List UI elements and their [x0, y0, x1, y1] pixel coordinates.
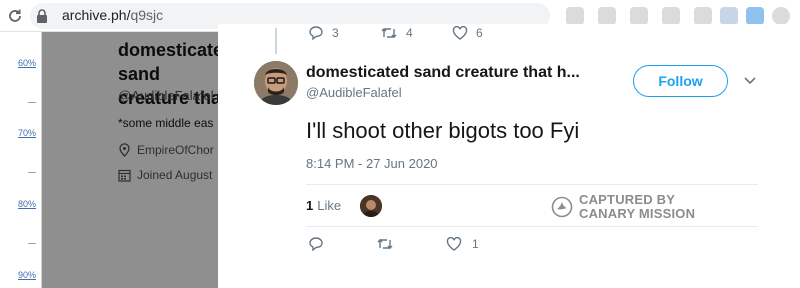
tweet-text: I'll shoot other bigots too Fyi: [306, 118, 580, 143]
like-action[interactable]: 6: [452, 26, 524, 40]
background-profile-joined: Joined August: [118, 168, 212, 182]
reply-count: 3: [332, 26, 339, 40]
likes-summary[interactable]: 1 Like: [306, 198, 341, 213]
author-name[interactable]: domesticated sand creature that h...: [306, 64, 580, 82]
likes-summary-count: 1: [306, 198, 314, 213]
thread-connector: [275, 28, 277, 54]
reply-action[interactable]: [308, 237, 376, 251]
extension-icon[interactable]: [694, 7, 712, 25]
gutter-tick: [28, 243, 36, 244]
retweet-count: 4: [406, 26, 413, 40]
watermark-line1: CAPTURED BY: [579, 192, 676, 207]
url-host: archive.ph/: [62, 7, 131, 23]
watermark: CAPTURED BY CANARY MISSION: [551, 193, 695, 221]
divider: [306, 226, 758, 227]
reply-action[interactable]: 3: [308, 26, 380, 40]
extension-icon[interactable]: [662, 7, 680, 25]
percent-mark[interactable]: 60%: [18, 58, 36, 68]
author-avatar[interactable]: [254, 61, 298, 105]
retweet-icon: [381, 28, 397, 38]
author-handle[interactable]: @AudibleFalafel: [306, 85, 402, 100]
scroll-gutter: 60% 70% 80% 90%: [0, 32, 42, 288]
location-pin-icon: [119, 143, 130, 157]
avatar-image: [254, 61, 298, 105]
divider: [306, 184, 758, 185]
percent-mark[interactable]: 70%: [18, 128, 36, 138]
location-text: EmpireOfChor: [137, 143, 214, 157]
retweet-action[interactable]: [376, 237, 446, 251]
tweet-actions: 1: [308, 237, 479, 251]
extension-icon[interactable]: [598, 7, 616, 25]
watermark-text: CAPTURED BY CANARY MISSION: [579, 193, 695, 221]
canary-mission-logo-icon: [551, 196, 573, 218]
url-path: q9sjc: [130, 7, 164, 23]
liker-avatar[interactable]: [360, 195, 382, 217]
background-profile-handle: @AudibleFalafel: [118, 88, 214, 103]
like-action[interactable]: 1: [446, 237, 479, 251]
retweet-icon: [377, 239, 393, 249]
extension-icon[interactable]: [720, 7, 738, 25]
gutter-tick: [28, 172, 36, 173]
gutter-tick: [28, 102, 36, 103]
extension-icon[interactable]: [630, 7, 648, 25]
heart-icon: [452, 26, 468, 40]
liker-avatar-image: [360, 195, 382, 217]
chevron-down-icon[interactable]: [742, 74, 758, 86]
url-text[interactable]: archive.ph/q9sjc: [62, 7, 163, 23]
joined-text: Joined August: [137, 168, 213, 182]
lock-icon[interactable]: [35, 8, 49, 24]
calendar-icon: [118, 169, 131, 182]
tweet-timestamp[interactable]: 8:14 PM - 27 Jun 2020: [306, 156, 438, 171]
retweet-action[interactable]: 4: [380, 26, 452, 40]
percent-mark[interactable]: 90%: [18, 270, 36, 280]
follow-button[interactable]: Follow: [633, 65, 728, 97]
extension-icon[interactable]: [566, 7, 584, 25]
likes-summary-label: Like: [317, 198, 342, 213]
extension-icon[interactable]: [746, 7, 764, 25]
reload-icon[interactable]: [6, 7, 24, 25]
profile-icon[interactable]: [772, 7, 790, 25]
like-count: 6: [476, 26, 483, 40]
reply-icon: [309, 237, 323, 251]
previous-tweet-actions: 3 4 6: [308, 26, 524, 40]
reply-icon: [309, 26, 323, 40]
percent-mark[interactable]: 80%: [18, 199, 36, 209]
heart-icon: [446, 237, 462, 251]
watermark-line2: CANARY MISSION: [579, 206, 696, 221]
background-profile-location: EmpireOfChor: [118, 143, 214, 157]
background-profile-bio: *some middle eas: [118, 116, 214, 130]
like-count: 1: [472, 237, 479, 251]
